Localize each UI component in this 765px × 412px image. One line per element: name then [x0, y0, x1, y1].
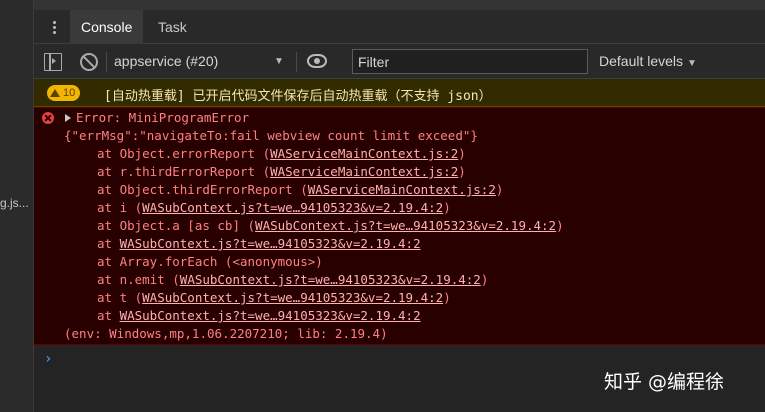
- context-selector[interactable]: appservice (#20) ▼: [114, 44, 294, 79]
- stack-frame: at n.emit (WASubContext.js?t=we…94105323…: [97, 271, 488, 289]
- stack-frame: at Object.errorReport (WAServiceMainCont…: [97, 145, 466, 163]
- error-title[interactable]: Error: MiniProgramError: [76, 109, 249, 127]
- stack-frame: at WASubContext.js?t=we…94105323&v=2.19.…: [97, 235, 421, 253]
- warning-icon: [50, 89, 60, 97]
- left-panel-strip: g.js...: [0, 0, 34, 412]
- log-levels-label: Default levels: [599, 53, 684, 69]
- clear-console-icon[interactable]: [80, 53, 98, 71]
- warning-message: 10 [自动热重载] 已开启代码文件保存后自动热重载（不支持 json）: [34, 79, 765, 107]
- prompt-chevron-icon: ›: [44, 351, 53, 367]
- stack-frame-suffix: ): [458, 164, 466, 179]
- warning-text: [自动热重载] 已开启代码文件保存后自动热重载（不支持 json）: [104, 89, 492, 104]
- live-expression-eye-icon[interactable]: [307, 54, 327, 68]
- stack-frame: at Array.forEach (<anonymous>): [97, 253, 323, 271]
- source-link[interactable]: WASubContext.js?t=we…94105323&v=2.19.4:2: [142, 290, 443, 305]
- dropdown-arrow-icon: ▼: [274, 56, 284, 67]
- tab-console[interactable]: Console: [70, 10, 144, 44]
- stack-frame-text: at t (: [97, 290, 143, 305]
- stack-frame-suffix: ): [495, 182, 504, 197]
- toolbar-divider: [296, 52, 297, 72]
- filter-input[interactable]: [352, 49, 588, 74]
- stack-frame-text: at i (: [97, 200, 143, 215]
- stack-frame-text: at n.emit (: [97, 272, 180, 287]
- context-selector-label: appservice (#20): [114, 53, 219, 69]
- stack-frame: at i (WASubContext.js?t=we…94105323&v=2.…: [97, 199, 451, 217]
- stack-frame-text: at: [97, 308, 120, 323]
- stack-frame-suffix: ): [480, 272, 489, 287]
- stack-frame: at Object.thirdErrorReport (WAServiceMai…: [97, 181, 503, 199]
- error-icon: [42, 112, 54, 124]
- stack-frame-suffix: ): [443, 200, 451, 215]
- toolbar-divider: [106, 52, 107, 72]
- stack-frame-text: at Object.a [as cb] (: [97, 218, 256, 233]
- source-link[interactable]: WAServiceMainContext.js:2: [270, 164, 458, 179]
- top-edge: [34, 0, 765, 10]
- source-link[interactable]: WASubContext.js?t=we…94105323&v=2.19.4:2: [142, 200, 443, 215]
- stack-frame: at WASubContext.js?t=we…94105323&v=2.19.…: [97, 307, 421, 325]
- stack-frame-suffix: ): [556, 218, 564, 233]
- left-panel-fragment: g.js...: [0, 196, 29, 210]
- error-detail: {"errMsg":"navigateTo:fail webview count…: [64, 128, 478, 143]
- stack-frame: at Object.a [as cb] (WASubContext.js?t=w…: [97, 217, 564, 235]
- more-options-icon[interactable]: [46, 19, 62, 37]
- show-sidebar-icon[interactable]: [44, 53, 62, 71]
- stack-frame-suffix: ): [458, 146, 466, 161]
- stack-frame-text: at Object.errorReport (: [97, 146, 271, 161]
- source-link[interactable]: WAServiceMainContext.js:2: [270, 146, 458, 161]
- stack-frame: at t (WASubContext.js?t=we…94105323&v=2.…: [97, 289, 451, 307]
- source-link[interactable]: WASubContext.js?t=we…94105323&v=2.19.4:2: [120, 308, 421, 323]
- warning-count-badge: 10: [47, 85, 81, 101]
- devtools-tabbar: Console Task: [34, 10, 765, 44]
- error-message: Error: MiniProgramError {"errMsg":"navig…: [34, 107, 765, 345]
- error-env: (env: Windows,mp,1.06.2207210; lib: 2.19…: [64, 326, 388, 341]
- source-link[interactable]: WASubContext.js?t=we…94105323&v=2.19.4:2: [120, 236, 421, 251]
- console-toolbar: appservice (#20) ▼ Default levels▼: [34, 44, 765, 79]
- stack-frame-text: at Array.forEach (<anonymous>): [97, 254, 323, 269]
- expand-caret-icon[interactable]: [65, 114, 71, 122]
- tab-task[interactable]: Task: [158, 10, 187, 44]
- stack-frame-text: at r.thirdErrorReport (: [97, 164, 271, 179]
- warning-count: 10: [63, 87, 76, 99]
- source-link[interactable]: WAServiceMainContext.js:2: [308, 182, 496, 197]
- stack-frame-text: at Object.thirdErrorReport (: [97, 182, 308, 197]
- watermark: 知乎 @编程徐: [604, 371, 725, 393]
- log-levels-dropdown[interactable]: Default levels ▼: [599, 44, 697, 79]
- stack-frame: at r.thirdErrorReport (WAServiceMainCont…: [97, 163, 466, 181]
- stack-frame-text: at: [97, 236, 120, 251]
- dropdown-arrow-icon: ▼: [687, 58, 697, 69]
- source-link[interactable]: WASubContext.js?t=we…94105323&v=2.19.4:2: [180, 272, 481, 287]
- stack-frame-suffix: ): [443, 290, 451, 305]
- source-link[interactable]: WASubContext.js?t=we…94105323&v=2.19.4:2: [255, 218, 556, 233]
